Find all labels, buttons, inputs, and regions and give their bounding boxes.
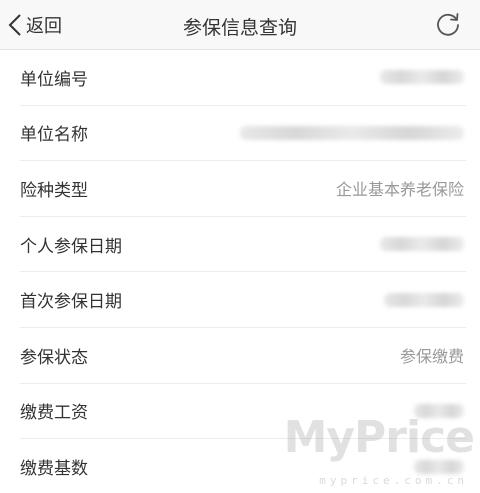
row-unit-number: 单位编号 [20,50,466,106]
watermark-url: myprice.com.cn [319,474,468,487]
row-value: 企业基本养老保险 [335,180,464,200]
row-personal-enrollment-date: 个人参保日期 [20,217,466,273]
row-first-enrollment-date: 首次参保日期 [20,272,466,328]
navigation-bar: 返回 参保信息查询 [0,0,480,50]
redacted-value [384,292,464,307]
redacted-value [240,125,464,140]
page-title: 参保信息查询 [182,17,297,39]
refresh-icon[interactable] [434,11,462,39]
row-unit-name: 单位名称 [20,106,466,162]
row-label: 缴费工资 [20,403,88,424]
row-insurance-type: 险种类型 企业基本养老保险 [20,161,466,217]
redacted-value [380,237,464,252]
row-label: 个人参保日期 [20,236,122,257]
watermark-brand: MyPrice [283,412,475,463]
redacted-value [380,70,464,85]
row-label: 缴费基数 [20,459,88,480]
row-label: 首次参保日期 [20,292,122,313]
row-value: 参保缴费 [399,347,464,367]
row-label: 险种类型 [20,180,88,201]
row-label: 单位编号 [20,69,88,90]
row-label: 单位名称 [20,125,88,146]
row-enrollment-status: 参保状态 参保缴费 [20,328,466,384]
row-label: 参保状态 [20,347,88,368]
